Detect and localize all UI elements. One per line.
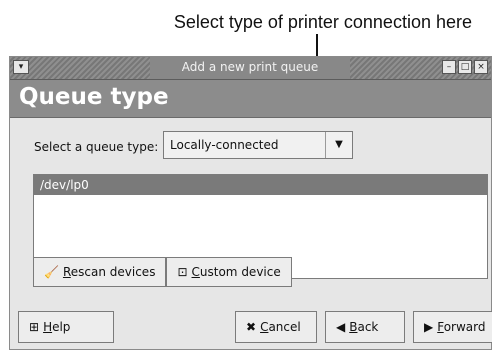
minimize-icon[interactable]: – — [442, 60, 456, 74]
custom-device-label: Custom device — [191, 265, 281, 279]
rescan-devices-button[interactable]: 🧹 Rescan devices — [33, 257, 167, 287]
cancel-icon: ✖ — [246, 320, 257, 334]
broom-icon: 🧹 — [44, 265, 59, 279]
cancel-label: Cancel — [260, 320, 301, 334]
cancel-button[interactable]: ✖ Cancel — [235, 311, 317, 343]
forward-arrow-icon: ▶ — [424, 320, 434, 334]
button-bar: ⊞ Help ✖ Cancel ◀ Back ▶ Forward — [18, 311, 492, 345]
back-arrow-icon: ◀ — [336, 320, 346, 334]
page-header: Queue type — [10, 80, 491, 118]
custom-device-button[interactable]: ⊡ Custom device — [166, 257, 292, 287]
queue-type-select[interactable]: Locally-connected ▼ — [163, 131, 353, 159]
forward-label: Forward — [437, 320, 486, 334]
close-icon[interactable]: × — [474, 60, 488, 74]
queue-type-label: Select a queue type: — [34, 140, 159, 154]
window-title: Add a new print queue — [150, 57, 350, 79]
chevron-down-icon[interactable]: ▼ — [325, 132, 352, 158]
device-icon: ⊡ — [177, 265, 188, 279]
help-button[interactable]: ⊞ Help — [18, 311, 114, 343]
page-title: Queue type — [19, 84, 169, 110]
list-item[interactable]: /dev/lp0 — [34, 175, 487, 195]
print-queue-dialog: ▾ Add a new print queue – □ × Queue type… — [9, 56, 492, 350]
help-label: Help — [43, 320, 71, 334]
content-area: Select a queue type: Locally-connected ▼… — [18, 119, 488, 289]
back-button[interactable]: ◀ Back — [325, 311, 405, 343]
maximize-icon[interactable]: □ — [458, 60, 472, 74]
callout-text: Select type of printer connection here — [173, 12, 472, 32]
window-menu-icon[interactable]: ▾ — [13, 60, 29, 74]
rescan-devices-label: Rescan devices — [62, 265, 156, 279]
title-bar[interactable]: ▾ Add a new print queue – □ × — [10, 57, 491, 80]
queue-type-value: Locally-connected — [170, 138, 279, 152]
forward-button[interactable]: ▶ Forward — [413, 311, 492, 343]
back-label: Back — [349, 320, 379, 334]
help-icon: ⊞ — [29, 320, 40, 334]
